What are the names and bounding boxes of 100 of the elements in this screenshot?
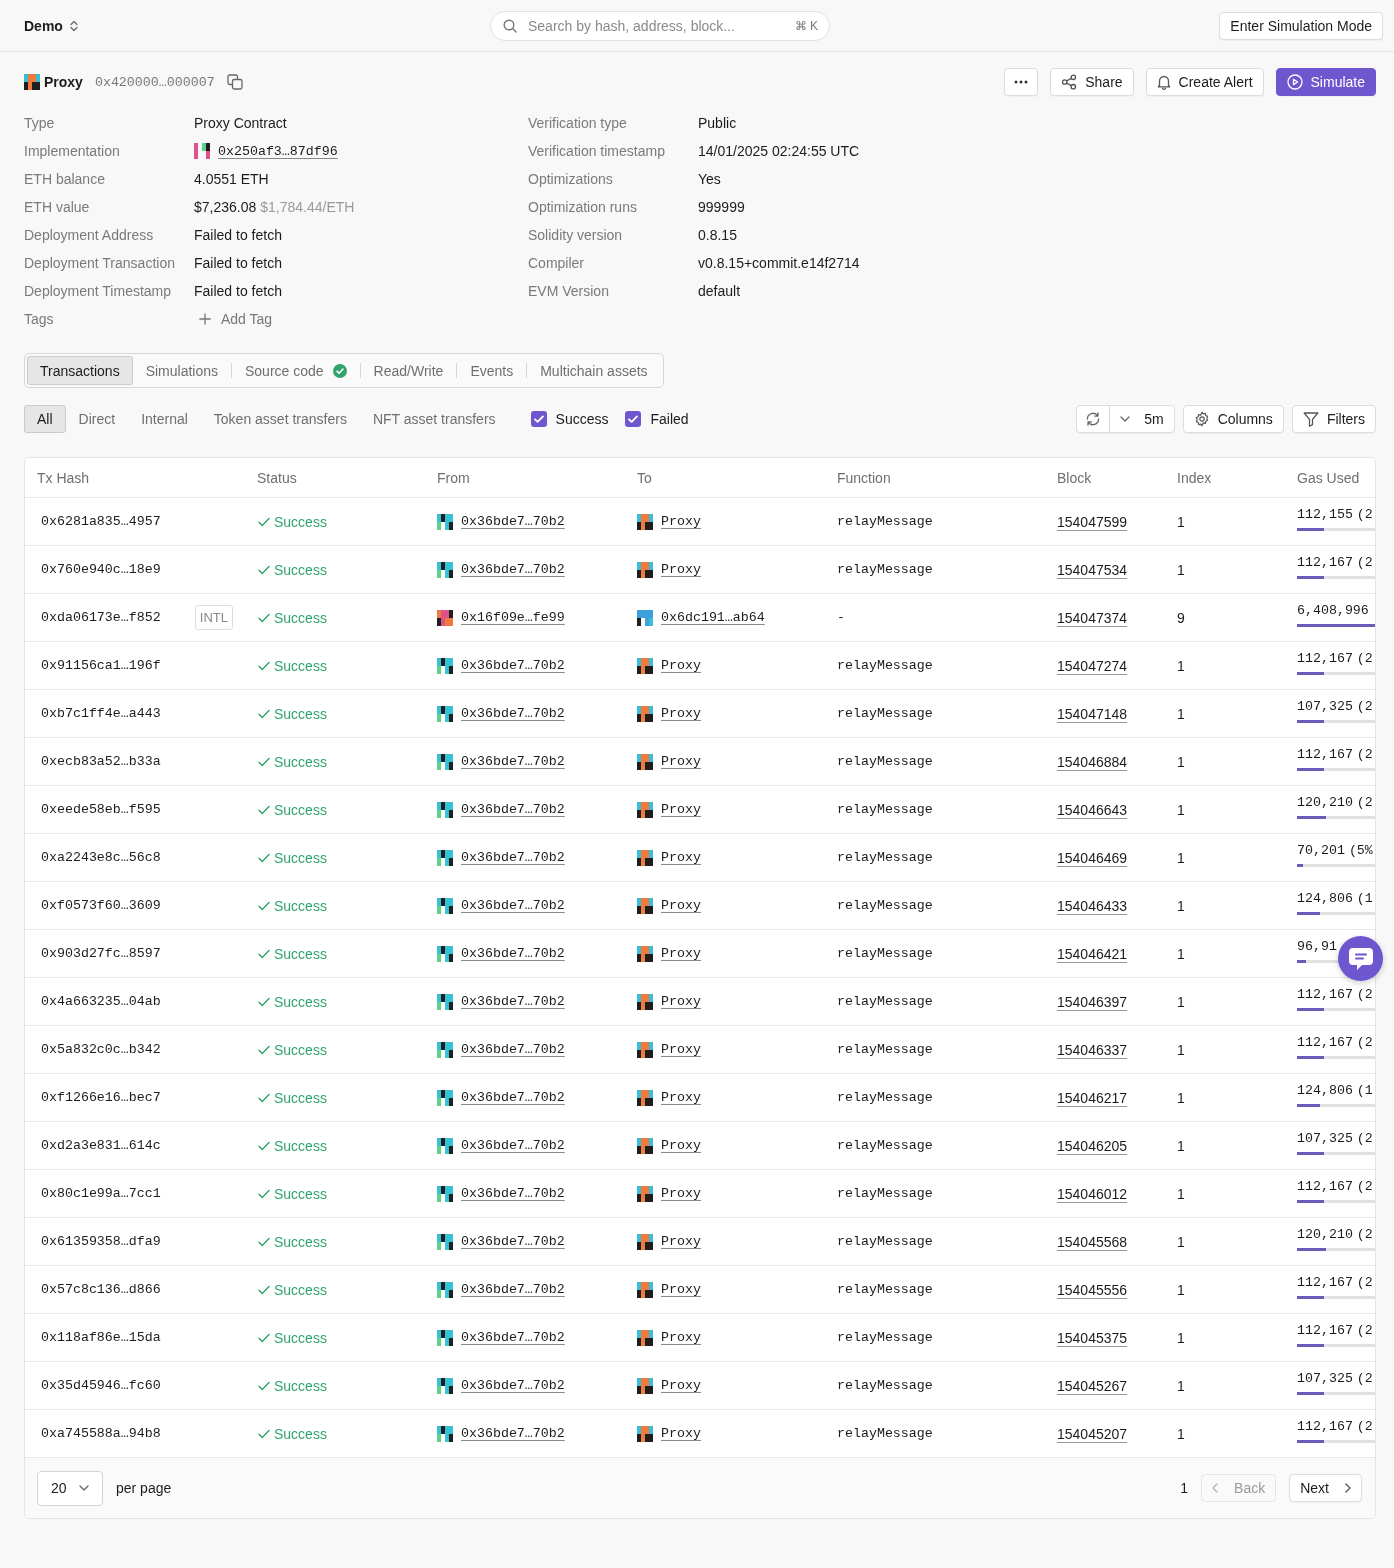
add-tag-button[interactable]: Add Tag	[194, 311, 273, 327]
address-link[interactable]: 0x36bde7…70b2	[461, 1426, 565, 1441]
checkbox[interactable]	[625, 411, 642, 427]
block-link[interactable]: 154046469	[1057, 849, 1128, 866]
block-link[interactable]: 154046012	[1057, 1185, 1128, 1202]
tab[interactable]: Events	[457, 356, 527, 385]
refresh-button[interactable]	[1076, 405, 1111, 433]
scope-tab[interactable]: Token asset transfers	[200, 405, 360, 433]
address-link[interactable]: 0x36bde7…70b2	[461, 1234, 565, 1249]
address-link[interactable]: Proxy	[661, 562, 701, 577]
address-link[interactable]: 0x36bde7…70b2	[461, 1330, 565, 1345]
address-link[interactable]: Proxy	[661, 802, 701, 817]
address-link[interactable]: 0x36bde7…70b2	[461, 850, 565, 865]
address-link[interactable]: Proxy	[661, 850, 701, 865]
address-link[interactable]: Proxy	[661, 946, 701, 961]
create-alert-button[interactable]: Create Alert	[1145, 68, 1264, 96]
block-link[interactable]: 154046217	[1057, 1089, 1128, 1106]
tab[interactable]: Source code	[232, 356, 360, 385]
address-link[interactable]: 0x36bde7…70b2	[461, 514, 565, 529]
address-link[interactable]: 0x36bde7…70b2	[461, 562, 565, 577]
function-name: relayMessage	[837, 1186, 933, 1201]
scope-tab[interactable]: Internal	[128, 405, 201, 433]
tx-hash: 0xeede58eb…f595	[41, 802, 161, 817]
next-button[interactable]: Next	[1289, 1474, 1362, 1502]
function-name: relayMessage	[837, 1282, 933, 1297]
tx-hash: 0x4a663235…04ab	[41, 994, 161, 1009]
address-link[interactable]: Proxy	[661, 898, 701, 913]
block-link[interactable]: 154046397	[1057, 993, 1128, 1010]
address-link[interactable]: Proxy	[661, 1378, 701, 1393]
address-link[interactable]: Proxy	[661, 706, 701, 721]
address-link[interactable]: Proxy	[661, 1090, 701, 1105]
block-link[interactable]: 154047599	[1057, 513, 1128, 530]
address-link[interactable]: Proxy	[661, 514, 701, 529]
address-link[interactable]: 0x36bde7…70b2	[461, 802, 565, 817]
address-link[interactable]: 0x36bde7…70b2	[461, 1042, 565, 1057]
block-link[interactable]: 154045267	[1057, 1377, 1128, 1394]
block-link[interactable]: 154046643	[1057, 801, 1128, 818]
interval-dropdown[interactable]: 5m	[1109, 405, 1175, 433]
block-link[interactable]: 154045375	[1057, 1329, 1128, 1346]
address-link[interactable]: 0x36bde7…70b2	[461, 754, 565, 769]
page-size-select[interactable]: 20	[37, 1470, 103, 1506]
block-link[interactable]: 154045207	[1057, 1425, 1128, 1442]
simulation-mode-button[interactable]: Enter Simulation Mode	[1219, 11, 1383, 40]
block-link[interactable]: 154046884	[1057, 753, 1128, 770]
block-link[interactable]: 154046205	[1057, 1137, 1128, 1154]
tab[interactable]: Simulations	[132, 356, 231, 385]
address-link[interactable]: Proxy	[661, 1234, 701, 1249]
address-link[interactable]: Proxy	[661, 1282, 701, 1297]
address-link[interactable]: Proxy	[661, 1330, 701, 1345]
block-link[interactable]: 154046421	[1057, 945, 1128, 962]
identicon-icon	[637, 753, 653, 770]
gas-used: 107,325	[1297, 1370, 1353, 1386]
block-link[interactable]: 154045556	[1057, 1281, 1128, 1298]
tx-index: 1	[1177, 753, 1185, 770]
status-text: Success	[274, 993, 327, 1010]
address-link[interactable]: 0x36bde7…70b2	[461, 1378, 565, 1393]
checkbox[interactable]	[530, 411, 547, 427]
block-link[interactable]: 154047148	[1057, 705, 1128, 722]
address-link[interactable]: 0x36bde7…70b2	[461, 658, 565, 673]
address-link[interactable]: 0x250af3…87df96	[218, 143, 338, 159]
filters-button[interactable]: Filters	[1291, 405, 1376, 433]
address-link[interactable]: Proxy	[661, 1426, 701, 1441]
function-name: relayMessage	[837, 898, 933, 913]
block-link[interactable]: 154046433	[1057, 897, 1128, 914]
tx-index: 1	[1177, 513, 1185, 530]
block-link[interactable]: 154047534	[1057, 561, 1128, 578]
address-link[interactable]: 0x36bde7…70b2	[461, 706, 565, 721]
block-link[interactable]: 154045568	[1057, 1233, 1128, 1250]
tab[interactable]: Multichain assets	[527, 356, 661, 385]
address-link[interactable]: 0x36bde7…70b2	[461, 946, 565, 961]
scope-tab[interactable]: NFT asset transfers	[359, 405, 509, 433]
address-link[interactable]: 0x36bde7…70b2	[461, 1090, 565, 1105]
block-link[interactable]: 154046337	[1057, 1041, 1128, 1058]
address-link[interactable]: 0x36bde7…70b2	[461, 898, 565, 913]
address-link[interactable]: 0x36bde7…70b2	[461, 1138, 565, 1153]
address-link[interactable]: Proxy	[661, 1042, 701, 1057]
gas-used: 96,91	[1297, 938, 1337, 954]
address-link[interactable]: Proxy	[661, 1186, 701, 1201]
address-link[interactable]: 0x36bde7…70b2	[461, 1282, 565, 1297]
tab[interactable]: Read/Write	[360, 356, 457, 385]
address-link[interactable]: Proxy	[661, 754, 701, 769]
block-link[interactable]: 154047274	[1057, 657, 1128, 674]
scope-tab[interactable]: Direct	[65, 405, 129, 433]
identicon-icon	[437, 801, 453, 818]
address-link[interactable]: Proxy	[661, 1138, 701, 1153]
scope-tab[interactable]: All	[24, 405, 66, 433]
share-button[interactable]: Share	[1050, 68, 1134, 96]
address-link[interactable]: 0x6dc191…ab64	[661, 610, 765, 625]
copy-button[interactable]	[226, 74, 243, 90]
address-link[interactable]: Proxy	[661, 994, 701, 1009]
columns-button[interactable]: Columns	[1182, 405, 1284, 433]
address-link[interactable]: 0x16f09e…fe99	[461, 610, 565, 625]
block-link[interactable]: 154047374	[1057, 609, 1128, 626]
address-link[interactable]: 0x36bde7…70b2	[461, 1186, 565, 1201]
column-header: Gas Used	[1296, 469, 1361, 486]
address-link[interactable]: 0x36bde7…70b2	[461, 994, 565, 1009]
tab[interactable]: Transactions	[27, 356, 133, 385]
simulate-button[interactable]: Simulate	[1275, 68, 1376, 96]
address-link[interactable]: Proxy	[661, 658, 701, 673]
workspace-switcher[interactable]: Demo	[24, 17, 78, 34]
